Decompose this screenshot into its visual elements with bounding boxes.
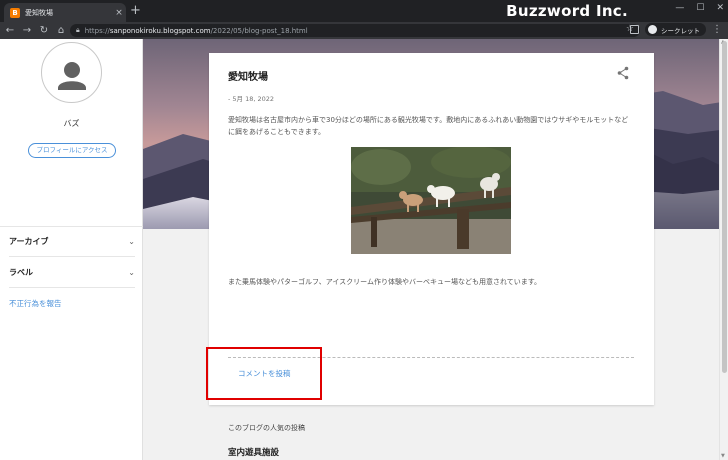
report-abuse-link[interactable]: 不正行為を報告 <box>9 298 62 309</box>
browser-tabstrip: B 愛知牧場 × + Buzzword Inc. — ☐ ✕ <box>0 0 728 22</box>
tab-close-icon[interactable]: × <box>112 8 126 18</box>
sidebar-item-label: ラベル <box>9 268 33 277</box>
chevron-down-icon: ⌄ <box>128 237 135 246</box>
maximize-button[interactable]: ☐ <box>696 3 704 13</box>
profile-avatar[interactable] <box>41 42 102 103</box>
brand-watermark: Buzzword Inc. <box>506 2 628 20</box>
person-icon <box>58 62 86 90</box>
post-body-second: また乗馬体験やパターゴルフ、アイスクリーム作り体験やバーベキュー場なども用意され… <box>228 278 542 286</box>
reload-icon[interactable]: ↻ <box>37 24 51 38</box>
scroll-down-icon[interactable]: ▼ <box>721 453 725 459</box>
forward-icon[interactable]: → <box>20 24 34 38</box>
incognito-indicator[interactable]: シークレット <box>645 23 706 36</box>
incognito-icon <box>648 25 657 34</box>
side-panel-icon[interactable] <box>630 25 639 34</box>
blogger-favicon-icon: B <box>10 7 20 18</box>
sidebar-item-label: アーカイブ <box>9 237 49 246</box>
tab-title: 愛知牧場 <box>25 8 53 17</box>
back-icon[interactable]: ← <box>3 24 17 38</box>
incognito-label: シークレット <box>661 26 700 35</box>
scrollbar-thumb[interactable] <box>722 41 727 373</box>
popular-post-title[interactable]: 室内遊具施設 <box>228 446 279 458</box>
close-window-button[interactable]: ✕ <box>716 3 724 13</box>
post-title: 愛知牧場 <box>228 72 268 83</box>
sidebar-item-labels[interactable]: ラベル ⌄ <box>9 258 135 288</box>
browser-tab[interactable]: B 愛知牧場 × <box>4 3 126 22</box>
url-host: sanponokiroku.blogspot.com <box>109 26 211 35</box>
share-icon[interactable] <box>617 66 629 80</box>
post-photo-goats[interactable] <box>351 147 511 254</box>
sidebar-item-archive[interactable]: アーカイブ ⌄ <box>9 227 135 257</box>
toolbar-right: シークレット ⋮ <box>630 23 722 36</box>
lock-icon[interactable]: 🔒︎ <box>76 26 80 35</box>
minimize-button[interactable]: — <box>675 3 684 13</box>
url-path: /2022/05/blog-post_18.html <box>210 26 308 35</box>
chevron-down-icon: ⌄ <box>128 268 135 277</box>
window-controls: — ☐ ✕ <box>675 3 724 13</box>
address-bar[interactable]: 🔒︎ https:// sanponokiroku.blogspot.com /… <box>70 24 640 37</box>
sidebar: バズ プロフィールにアクセス アーカイブ ⌄ ラベル ⌄ 不正行為を報告 <box>0 39 143 460</box>
browser-toolbar: ← → ↻ ⌂ 🔒︎ https:// sanponokiroku.blogsp… <box>0 22 728 39</box>
view-profile-button[interactable]: プロフィールにアクセス <box>28 143 116 158</box>
page-scrollbar[interactable]: ▲ ▼ <box>719 39 728 460</box>
url-scheme: https:// <box>84 26 110 35</box>
new-tab-button[interactable]: + <box>130 4 141 18</box>
post-date: - 5月 18, 2022 <box>228 95 275 103</box>
popular-posts-heading: このブログの人気の投稿 <box>228 424 305 432</box>
post-body: 愛知牧場は名古屋市内から車で30分ほどの場所にある観光牧場です。敷地内にあるふれ… <box>228 116 629 136</box>
profile-name: バズ <box>63 119 80 128</box>
menu-icon[interactable]: ⋮ <box>712 24 722 35</box>
annotation-highlight-box <box>206 347 322 400</box>
home-icon[interactable]: ⌂ <box>54 24 68 38</box>
